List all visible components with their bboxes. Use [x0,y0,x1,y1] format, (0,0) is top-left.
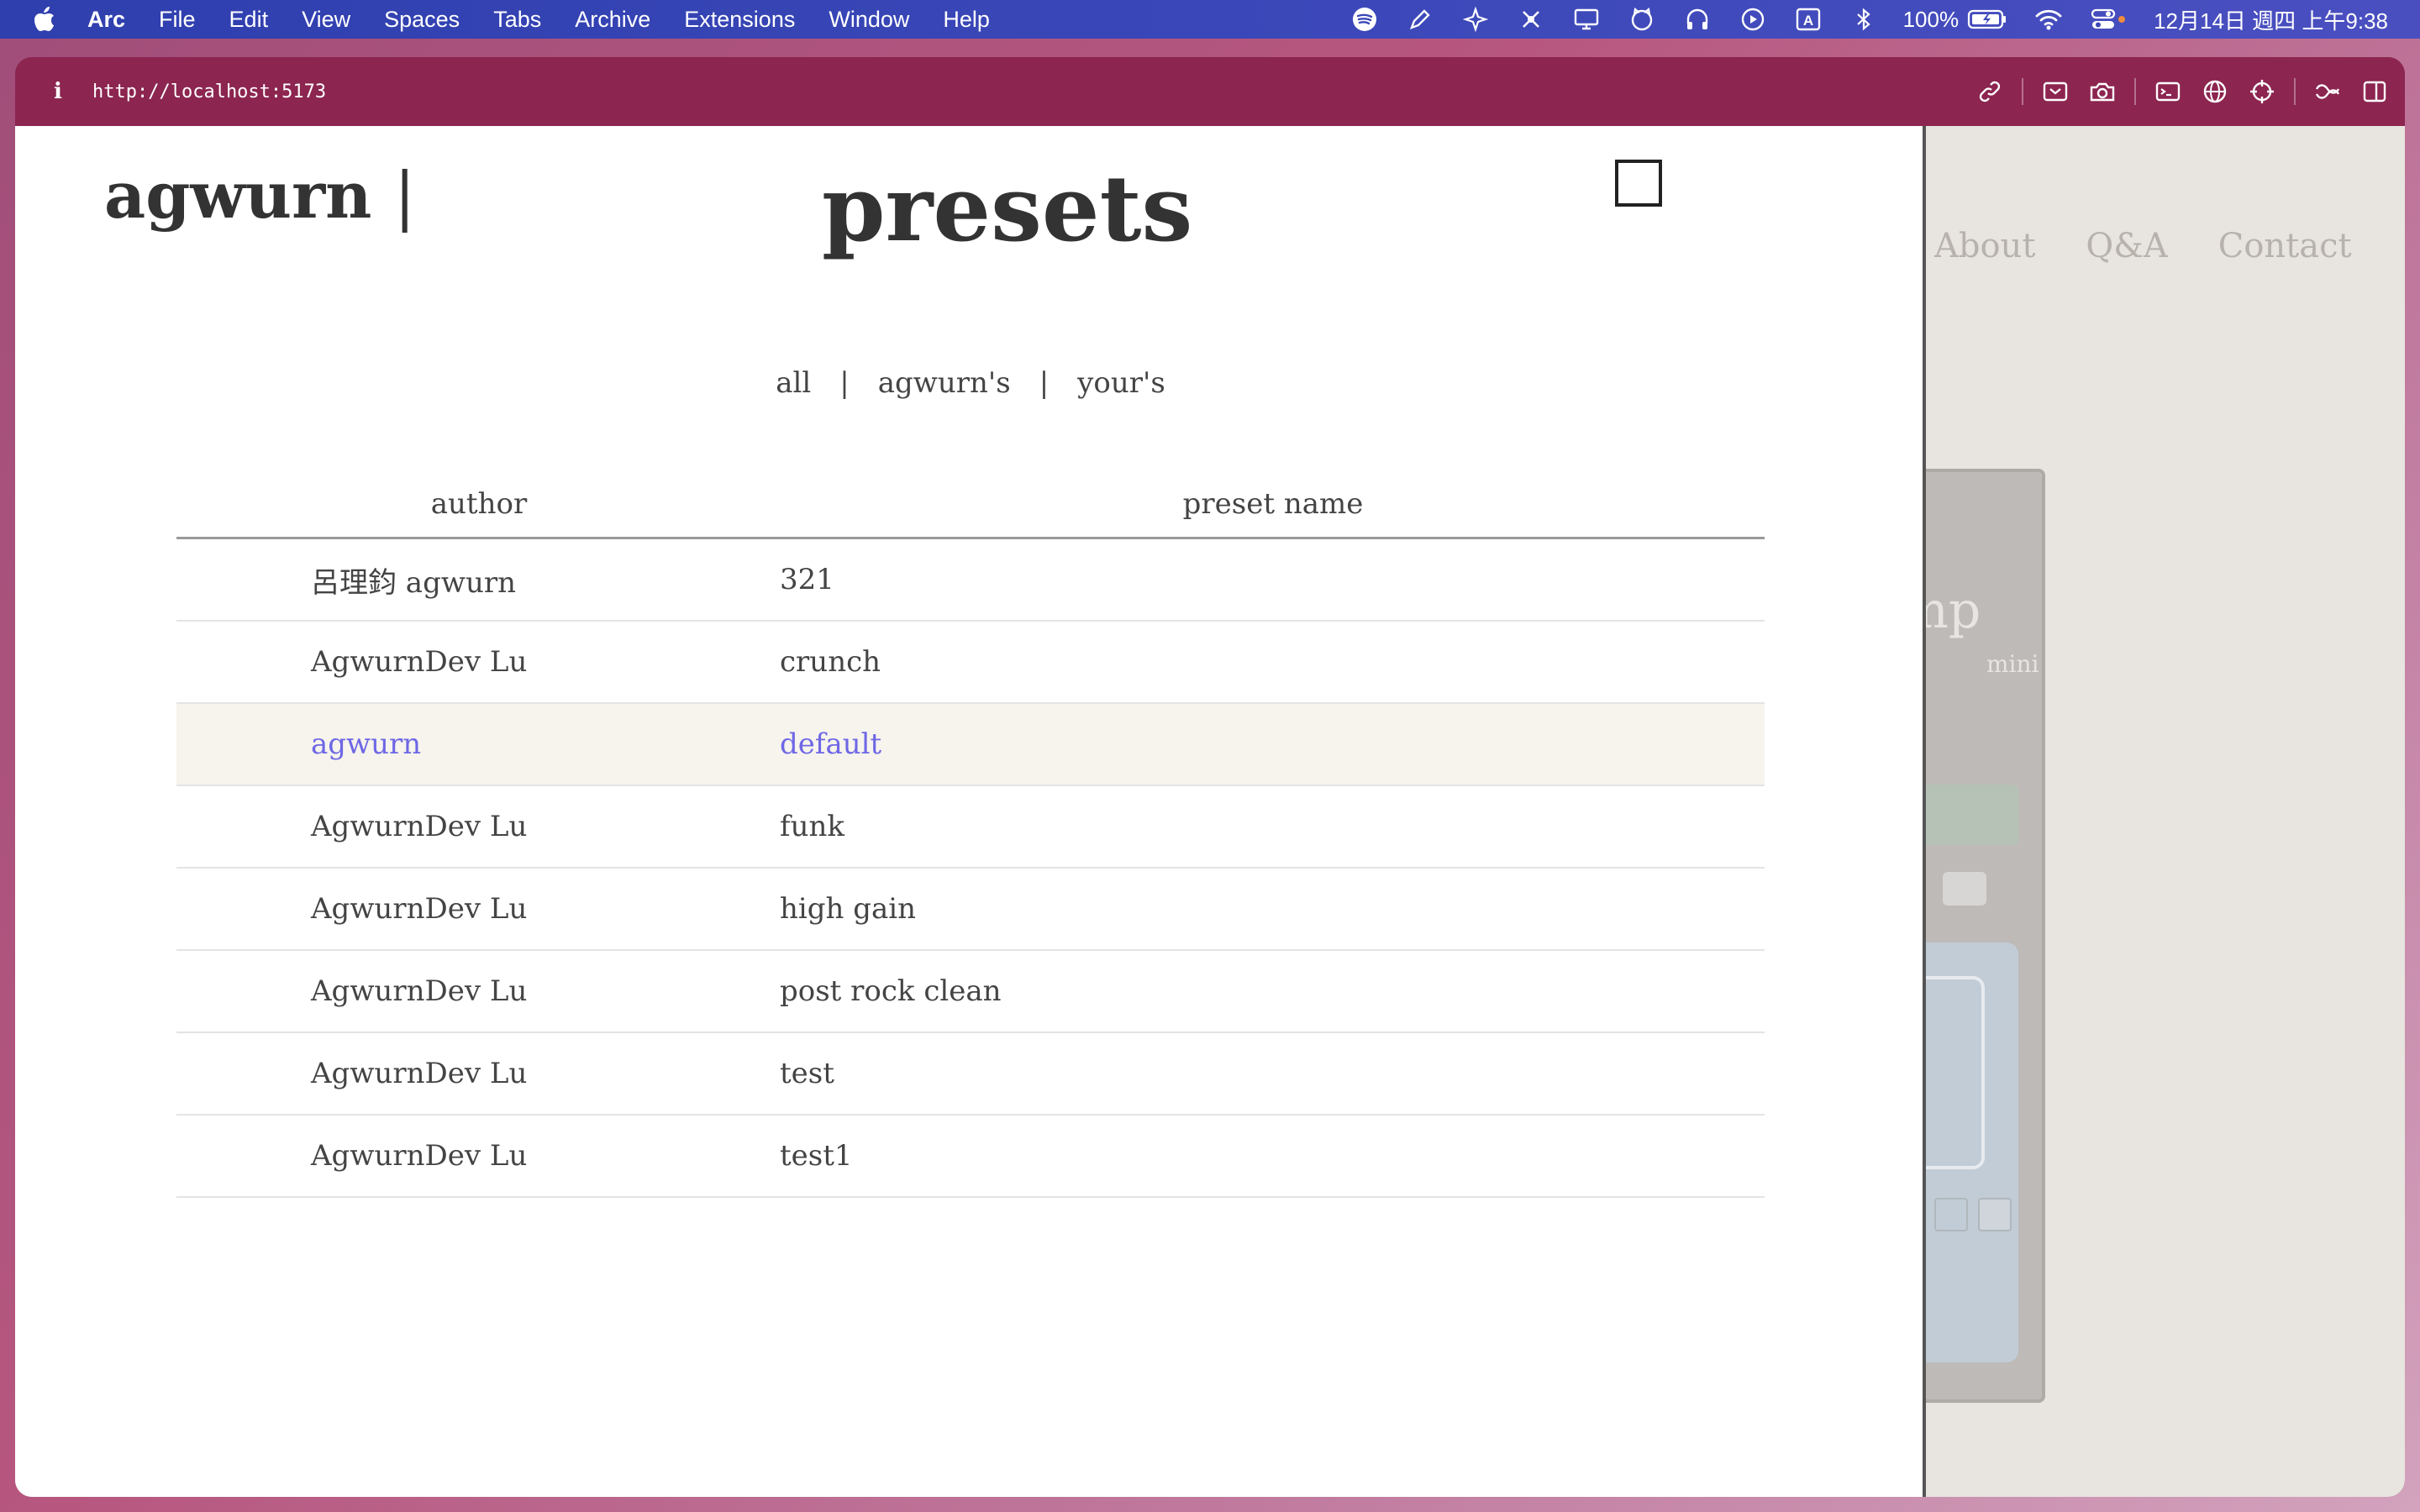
close-drawer-button[interactable] [1615,160,1662,207]
toolbar-tools [1958,57,2390,126]
status-area: A 100% 12月14日 週四 上午9:38 [1323,0,2388,39]
url-bar[interactable]: http://localhost:5173 [92,81,326,102]
cell-preset-name: test [780,1057,834,1090]
spotify-icon[interactable] [1350,5,1379,34]
cell-preset-name: test1 [780,1139,853,1173]
drone-icon[interactable] [1517,5,1545,34]
filter-all[interactable]: all [776,366,811,400]
web-page: About Q&A Contact mp mini agwurn | prese… [15,126,2405,1497]
cell-preset-name: default [780,727,882,761]
cell-author: agwurn [311,727,422,761]
logo-bar: | [393,158,416,233]
nav-about[interactable]: About [1934,227,2035,265]
headphones-icon[interactable] [1683,5,1712,34]
macos-menu-bar: Arc File Edit View Spaces Tabs Archive E… [0,0,2420,39]
menu-tabs[interactable]: Tabs [493,7,541,33]
toolbar-divider [2134,78,2136,105]
display-icon[interactable] [1572,5,1601,34]
cell-preset-name: funk [780,810,844,843]
site-info-icon[interactable]: i [45,79,71,104]
play-icon[interactable] [1739,5,1767,34]
menu-help[interactable]: Help [943,7,990,33]
cell-author: AgwurnDev Lu [311,892,528,926]
menu-archive[interactable]: Archive [575,7,650,33]
menu-view[interactable]: View [302,7,350,33]
table-row[interactable]: 呂理鈞 agwurn 321 [176,539,1765,622]
cell-author: 呂理鈞 agwurn [311,565,516,600]
nav-qa[interactable]: Q&A [2086,227,2167,265]
crosshair-icon[interactable] [2247,76,2277,107]
site-nav: About Q&A Contact [1934,227,2402,265]
cell-author: AgwurnDev Lu [311,810,528,843]
header-preset-name: preset name [1182,486,1364,521]
filter-divider: | [1039,366,1050,400]
menu-extensions[interactable]: Extensions [684,7,795,33]
amp-subtitle: mini [1986,650,2039,678]
nav-contact[interactable]: Contact [2218,227,2352,265]
presets-drawer: agwurn | presets all | agwurn's | your's… [15,126,1926,1497]
cell-author: AgwurnDev Lu [311,1139,528,1173]
cell-author: AgwurnDev Lu [311,974,528,1008]
cell-preset-name: 321 [780,563,834,596]
globe-icon[interactable] [2200,76,2230,107]
capture-icon[interactable] [2040,76,2070,107]
table-row[interactable]: AgwurnDev Lu test1 [176,1116,1765,1198]
table-row[interactable]: AgwurnDev Lu test [176,1033,1765,1116]
filter-agwurns[interactable]: agwurn's [878,366,1011,400]
battery-percent: 100% [1902,6,1960,32]
wifi-icon[interactable] [2034,5,2063,34]
menu-app-name[interactable]: Arc [87,7,125,33]
table-row[interactable]: AgwurnDev Lu high gain [176,869,1765,951]
table-header: author preset name [176,470,1765,539]
input-source-icon[interactable]: A [1794,5,1823,34]
header-author: author [430,486,528,521]
browser-window: i http://localhost:5173 About Q&A Contac… [15,57,2405,1497]
cell-author: AgwurnDev Lu [311,1057,528,1090]
bluetooth-icon[interactable] [1849,5,1878,34]
toolbar-divider [2294,78,2296,105]
pen-icon[interactable] [1406,5,1434,34]
table-row[interactable]: AgwurnDev Lu funk [176,786,1765,869]
table-row[interactable]: AgwurnDev Lu post rock clean [176,951,1765,1033]
toolbar-divider [2022,78,2023,105]
menu-spaces[interactable]: Spaces [384,7,460,33]
menu-edit[interactable]: Edit [229,7,269,33]
filter-divider: | [839,366,850,400]
apple-menu-icon[interactable] [32,6,57,33]
cell-preset-name: crunch [780,645,881,679]
table-row-selected[interactable]: agwurn default [176,704,1765,786]
battery-icon[interactable] [1967,5,2007,34]
control-center-icon[interactable] [2090,5,2128,34]
menu-file[interactable]: File [159,7,196,33]
cell-preset-name: high gain [780,892,917,926]
extensions-icon[interactable] [2312,76,2343,107]
logo-text: agwurn [104,158,372,233]
preset-filter: all | agwurn's | your's [15,366,1926,400]
svg-text:A: A [1802,13,1812,29]
cat-icon[interactable] [1628,5,1656,34]
cell-author: AgwurnDev Lu [311,645,528,679]
menubar-clock[interactable]: 12月14日 週四 上午9:38 [2154,4,2388,35]
cell-preset-name: post rock clean [780,974,1002,1008]
amp-plus-button[interactable] [1978,1198,2012,1231]
site-logo[interactable]: agwurn | [104,158,415,233]
terminal-icon[interactable] [2153,76,2183,107]
filter-yours[interactable]: your's [1077,366,1165,400]
drawer-title: presets [822,156,1193,262]
browser-toolbar: i http://localhost:5173 [15,57,2405,126]
sparkle-icon[interactable] [1461,5,1490,34]
camera-icon[interactable] [2087,76,2118,107]
link-icon[interactable] [1975,76,2005,107]
sidebar-icon[interactable] [2360,76,2390,107]
menu-window[interactable]: Window [829,7,909,33]
preset-table: author preset name 呂理鈞 agwurn 321 Agwurn… [176,470,1765,1198]
amp-minus-button[interactable] [1934,1198,1968,1231]
table-row[interactable]: AgwurnDev Lu crunch [176,622,1765,704]
amp-button[interactable] [1943,872,1986,906]
